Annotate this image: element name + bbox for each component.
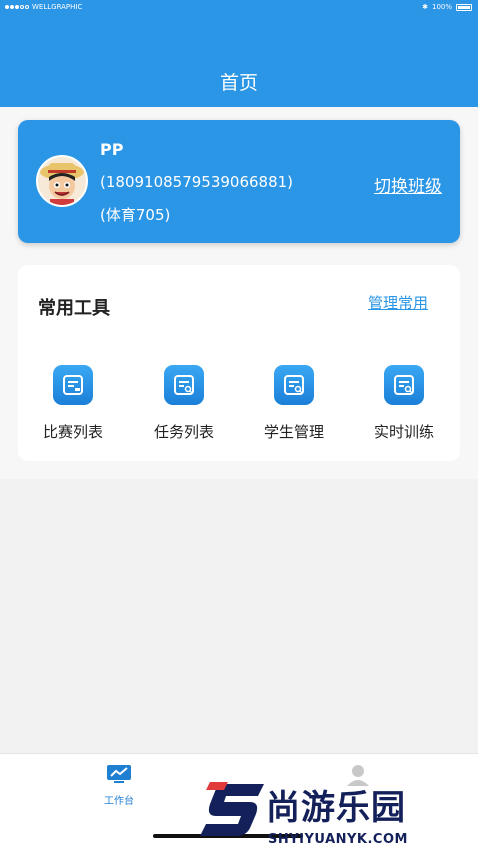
- list-doc-icon: [53, 365, 93, 405]
- avatar-image: [38, 157, 86, 205]
- manage-common-link[interactable]: 管理常用: [368, 292, 428, 313]
- tool-label: 任务列表: [153, 423, 214, 441]
- profile-card: PP (18091085795390668​81) (体育705) 切换班级: [18, 120, 460, 243]
- tab-label: 工作台: [104, 796, 134, 807]
- battery-percent: 100%: [431, 3, 452, 11]
- switch-class-link[interactable]: 切换班级: [374, 172, 442, 197]
- tool-label: 学生管理: [263, 423, 324, 441]
- common-tools-card: 常用工具 管理常用 比赛列表 任务列表 学生管理 实时训练: [18, 265, 460, 461]
- tool-label: 实时训练: [373, 423, 434, 441]
- search-doc-icon: [274, 365, 314, 405]
- tool-realtime-training[interactable]: 实时训练: [359, 365, 449, 442]
- tools-title: 常用工具: [38, 298, 110, 319]
- bluetooth-icon: ✱: [422, 3, 428, 11]
- carrier-info: WELLGRAPHIC: [5, 0, 82, 14]
- tab-workbench[interactable]: 工作台: [69, 764, 169, 807]
- user-class: (体育705): [100, 206, 171, 224]
- carrier-name: WELLGRAPHIC: [32, 3, 83, 11]
- search-doc-icon: [164, 365, 204, 405]
- tool-label: 比赛列表: [42, 423, 103, 441]
- battery-icon: [456, 3, 472, 11]
- user-name: PP: [100, 140, 124, 159]
- page-title: 首页: [219, 72, 258, 94]
- signal-icon: [5, 5, 29, 9]
- search-doc-icon: [384, 365, 424, 405]
- watermark-brand: 尚游乐园: [266, 788, 406, 828]
- tool-match-list[interactable]: 比赛列表: [28, 365, 118, 442]
- chart-monitor-icon: [107, 765, 131, 783]
- avatar[interactable]: [36, 155, 88, 207]
- tool-student-management[interactable]: 学生管理: [249, 365, 339, 442]
- status-bar: WELLGRAPHIC ✱ 100%: [0, 0, 478, 14]
- user-phone: (18091085795390668​81): [100, 173, 294, 191]
- battery-info: ✱ 100%: [422, 0, 472, 14]
- tool-task-list[interactable]: 任务列表: [139, 365, 229, 442]
- watermark-logo: 尚游乐园 SHYIYUANYK.COM: [198, 776, 478, 850]
- app-header: WELLGRAPHIC ✱ 100% 首页: [0, 0, 478, 107]
- watermark-url: SHYIYUANYK.COM: [268, 832, 408, 847]
- watermark-s-logo-icon: [200, 782, 264, 836]
